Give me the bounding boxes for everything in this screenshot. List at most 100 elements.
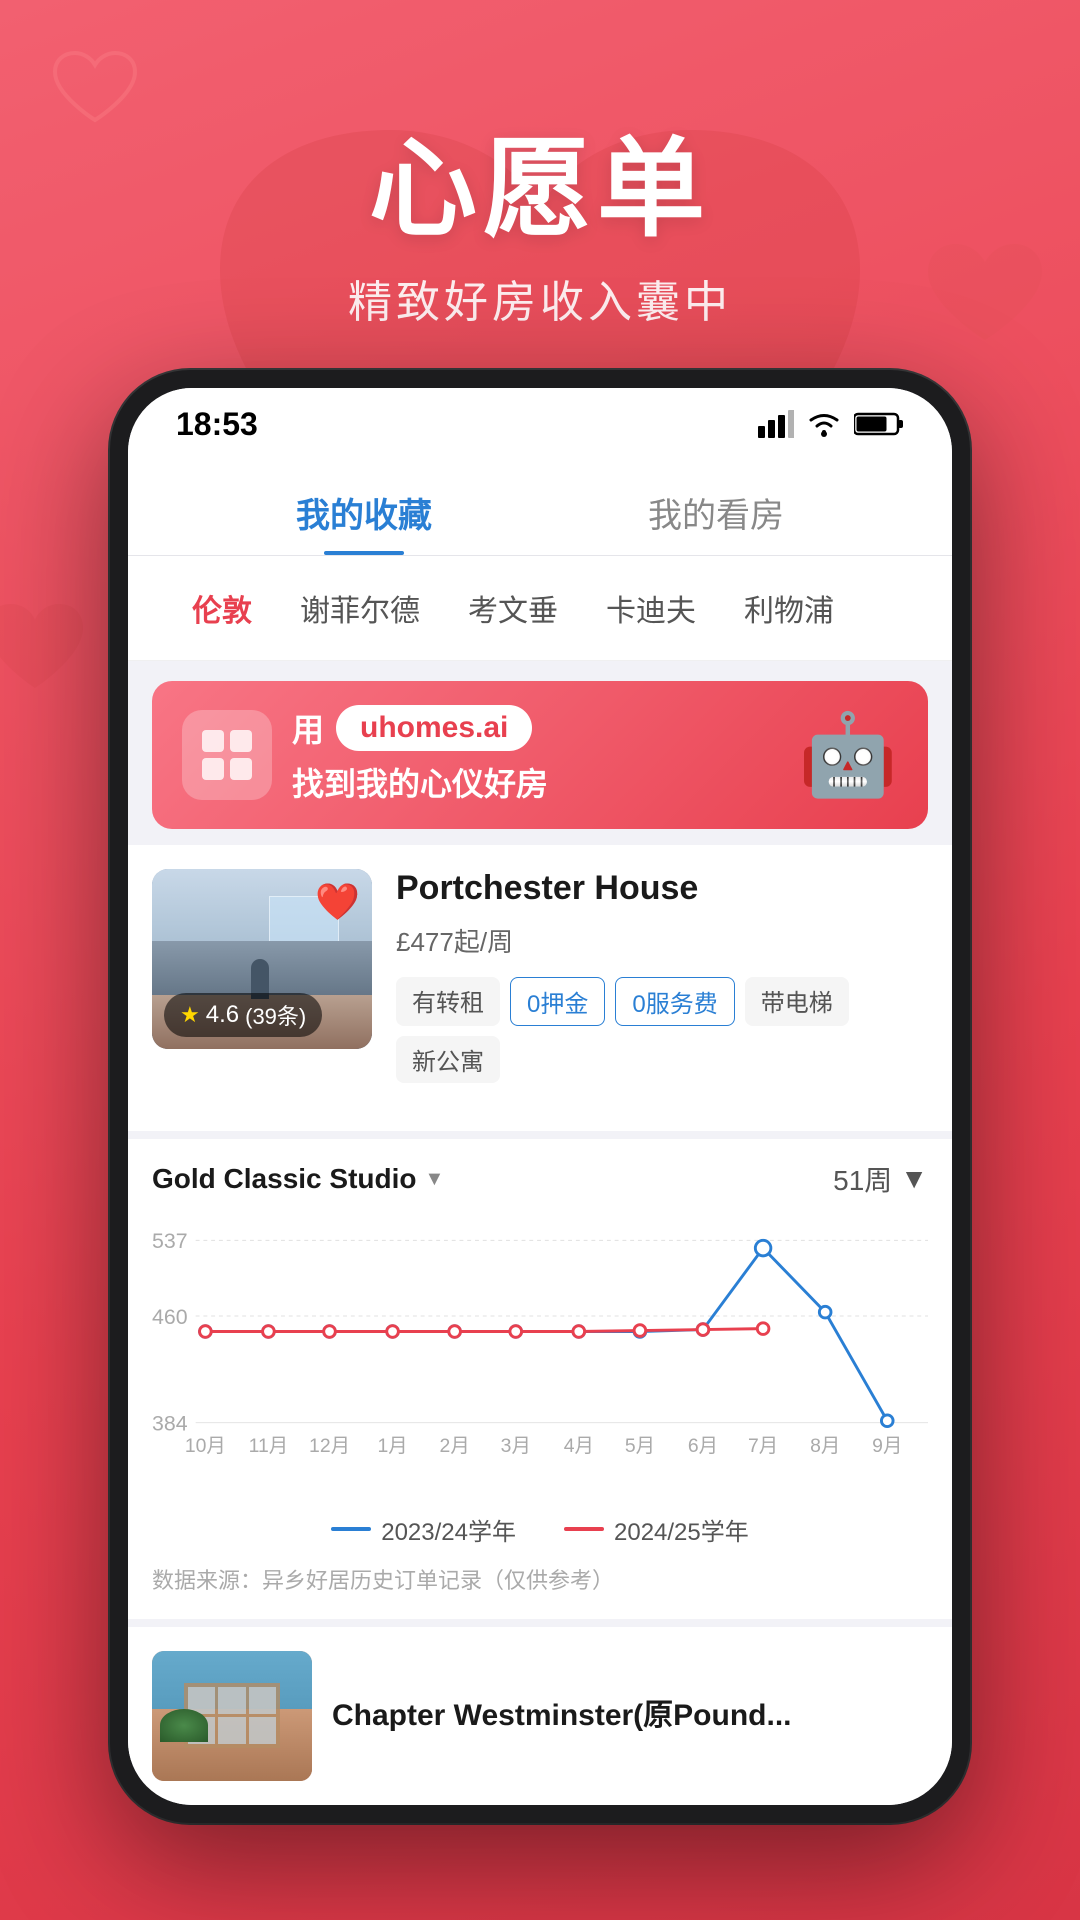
listing-preview-info: Chapter Westminster(原Pound... bbox=[332, 1690, 928, 1742]
legend-line-red bbox=[564, 1527, 604, 1531]
y-label-537: 537 bbox=[152, 1229, 188, 1253]
phone-screen: 18:53 bbox=[128, 388, 952, 1805]
tab-viewings[interactable]: 我的看房 bbox=[540, 460, 892, 555]
y-label-384: 384 bbox=[152, 1411, 188, 1435]
w2 bbox=[218, 1687, 245, 1714]
x-label-jun: 6月 bbox=[688, 1435, 718, 1457]
price-chart: 537 460 384 10月 11月 12月 1月 2月 3月 bbox=[152, 1219, 928, 1496]
y-label-460: 460 bbox=[152, 1305, 188, 1329]
tag-sublease: 有转租 bbox=[396, 977, 500, 1026]
x-label-may: 5月 bbox=[625, 1435, 655, 1457]
banner-subtitle: 找到我的心仪好房 bbox=[292, 759, 548, 805]
legend-label-red: 2024/25学年 bbox=[614, 1512, 749, 1547]
legend-line-blue bbox=[331, 1527, 371, 1531]
city-cardiff[interactable]: 卡迪夫 bbox=[582, 576, 720, 640]
room-type-label: Gold Classic Studio bbox=[152, 1163, 416, 1195]
preview-tree bbox=[160, 1709, 208, 1742]
rating-count: (39条) bbox=[245, 999, 306, 1031]
chart-source: 数据来源：异乡好居历史订单记录（仅供参考） bbox=[152, 1563, 928, 1595]
city-sheffield[interactable]: 谢菲尔德 bbox=[276, 576, 444, 640]
signal-icon bbox=[758, 410, 794, 438]
city-london[interactable]: 伦敦 bbox=[168, 576, 276, 640]
x-label-apr: 4月 bbox=[564, 1435, 594, 1457]
hero-subtitle: 精致好房收入囊中 bbox=[348, 266, 732, 330]
x-label-sep: 9月 bbox=[872, 1435, 902, 1457]
nav-tabs: 我的收藏 我的看房 bbox=[128, 460, 952, 556]
dot-red-8 bbox=[697, 1324, 709, 1336]
weeks-label: 51周 bbox=[833, 1159, 892, 1199]
w6 bbox=[249, 1717, 276, 1744]
chart-controls: Gold Classic Studio ▼ 51周 ▼ bbox=[152, 1159, 928, 1199]
price-unit: 起/周 bbox=[454, 927, 513, 957]
legend-label-blue: 2023/24学年 bbox=[381, 1512, 516, 1547]
x-label-mar: 3月 bbox=[501, 1435, 531, 1457]
rating-value: 4.6 bbox=[206, 1001, 239, 1029]
dot-red-0 bbox=[200, 1326, 212, 1338]
w5 bbox=[218, 1717, 245, 1744]
favorite-heart-icon[interactable]: ❤️ bbox=[315, 881, 360, 923]
chart-line-red bbox=[205, 1329, 763, 1332]
weeks-arrow: ▼ bbox=[900, 1163, 928, 1195]
x-label-dec: 12月 bbox=[309, 1435, 350, 1457]
dot-red-1 bbox=[263, 1326, 275, 1338]
chart-line-blue bbox=[205, 1248, 887, 1421]
weeks-dropdown[interactable]: 51周 ▼ bbox=[833, 1159, 928, 1199]
legend-item-red: 2024/25学年 bbox=[564, 1512, 749, 1547]
ai-banner[interactable]: 用 uhomes.ai 找到我的心仪好房 🤖 bbox=[152, 681, 928, 829]
x-label-oct: 10月 bbox=[185, 1435, 226, 1457]
battery-icon bbox=[854, 411, 904, 437]
property-card[interactable]: ❤️ ★ 4.6 (39条) Portchester House £477起/周 bbox=[128, 845, 952, 1131]
tab-favorites[interactable]: 我的收藏 bbox=[188, 460, 540, 555]
wifi-icon bbox=[806, 410, 842, 438]
dot-red-9 bbox=[757, 1323, 769, 1335]
chart-section: Gold Classic Studio ▼ 51周 ▼ 537 460 384 bbox=[128, 1131, 952, 1619]
property-tags: 有转租 0押金 0服务费 带电梯 新公寓 bbox=[396, 977, 928, 1083]
banner-text-area: 用 uhomes.ai 找到我的心仪好房 bbox=[292, 705, 548, 805]
x-label-jul: 7月 bbox=[748, 1435, 778, 1457]
dot-blue-11 bbox=[881, 1415, 893, 1427]
listing-preview-name: Chapter Westminster(原Pound... bbox=[332, 1690, 928, 1734]
property-rating-badge: ★ 4.6 (39条) bbox=[164, 993, 322, 1037]
phone-mockup: 18:53 bbox=[110, 370, 970, 1823]
dot-blue-10 bbox=[819, 1306, 831, 1318]
listing-preview-card[interactable]: Chapter Westminster(原Pound... bbox=[128, 1627, 952, 1805]
city-filter: 伦敦 谢菲尔德 考文垂 卡迪夫 利物浦 bbox=[128, 556, 952, 661]
hero-title: 心愿单 bbox=[369, 130, 711, 249]
chart-legend: 2023/24学年 2024/25学年 bbox=[152, 1512, 928, 1547]
property-name: Portchester House bbox=[396, 869, 928, 908]
x-label-aug: 8月 bbox=[810, 1435, 840, 1457]
status-time: 18:53 bbox=[176, 406, 258, 443]
dot-red-6 bbox=[573, 1326, 585, 1338]
x-label-jan: 1月 bbox=[377, 1435, 407, 1457]
settings-grid-icon bbox=[197, 725, 257, 785]
dot-blue-9-peak bbox=[755, 1240, 771, 1256]
chart-svg: 537 460 384 10月 11月 12月 1月 2月 3月 bbox=[152, 1219, 928, 1491]
banner-pill: uhomes.ai bbox=[336, 705, 532, 751]
room-type-dropdown[interactable]: Gold Classic Studio ▼ bbox=[152, 1163, 444, 1195]
property-image: ❤️ ★ 4.6 (39条) bbox=[152, 869, 372, 1049]
property-info: Portchester House £477起/周 有转租 0押金 0服务费 带… bbox=[396, 869, 928, 1083]
dot-red-5 bbox=[510, 1326, 522, 1338]
x-label-feb: 2月 bbox=[440, 1435, 470, 1457]
city-coventry[interactable]: 考文垂 bbox=[444, 576, 582, 640]
dot-red-4 bbox=[449, 1326, 461, 1338]
listing-preview-image bbox=[152, 1651, 312, 1781]
legend-item-blue: 2023/24学年 bbox=[331, 1512, 516, 1547]
dot-red-2 bbox=[324, 1326, 336, 1338]
property-main-info: ❤️ ★ 4.6 (39条) Portchester House £477起/周 bbox=[152, 869, 928, 1083]
city-liverpool[interactable]: 利物浦 bbox=[720, 576, 858, 640]
tag-new-apt: 新公寓 bbox=[396, 1036, 500, 1083]
room-type-arrow: ▼ bbox=[424, 1168, 444, 1191]
x-label-nov: 11月 bbox=[249, 1435, 289, 1457]
dot-red-7 bbox=[634, 1325, 646, 1337]
banner-icon bbox=[182, 710, 272, 800]
status-icons bbox=[758, 410, 904, 438]
tag-service-fee: 0服务费 bbox=[615, 977, 734, 1026]
tag-deposit: 0押金 bbox=[510, 977, 605, 1026]
banner-prefix: 用 bbox=[292, 705, 324, 751]
dot-red-3 bbox=[387, 1326, 399, 1338]
phone-outer-frame: 18:53 bbox=[110, 370, 970, 1823]
property-price: £477起/周 bbox=[396, 918, 928, 961]
star-icon: ★ bbox=[180, 1002, 200, 1028]
w3 bbox=[249, 1687, 276, 1714]
